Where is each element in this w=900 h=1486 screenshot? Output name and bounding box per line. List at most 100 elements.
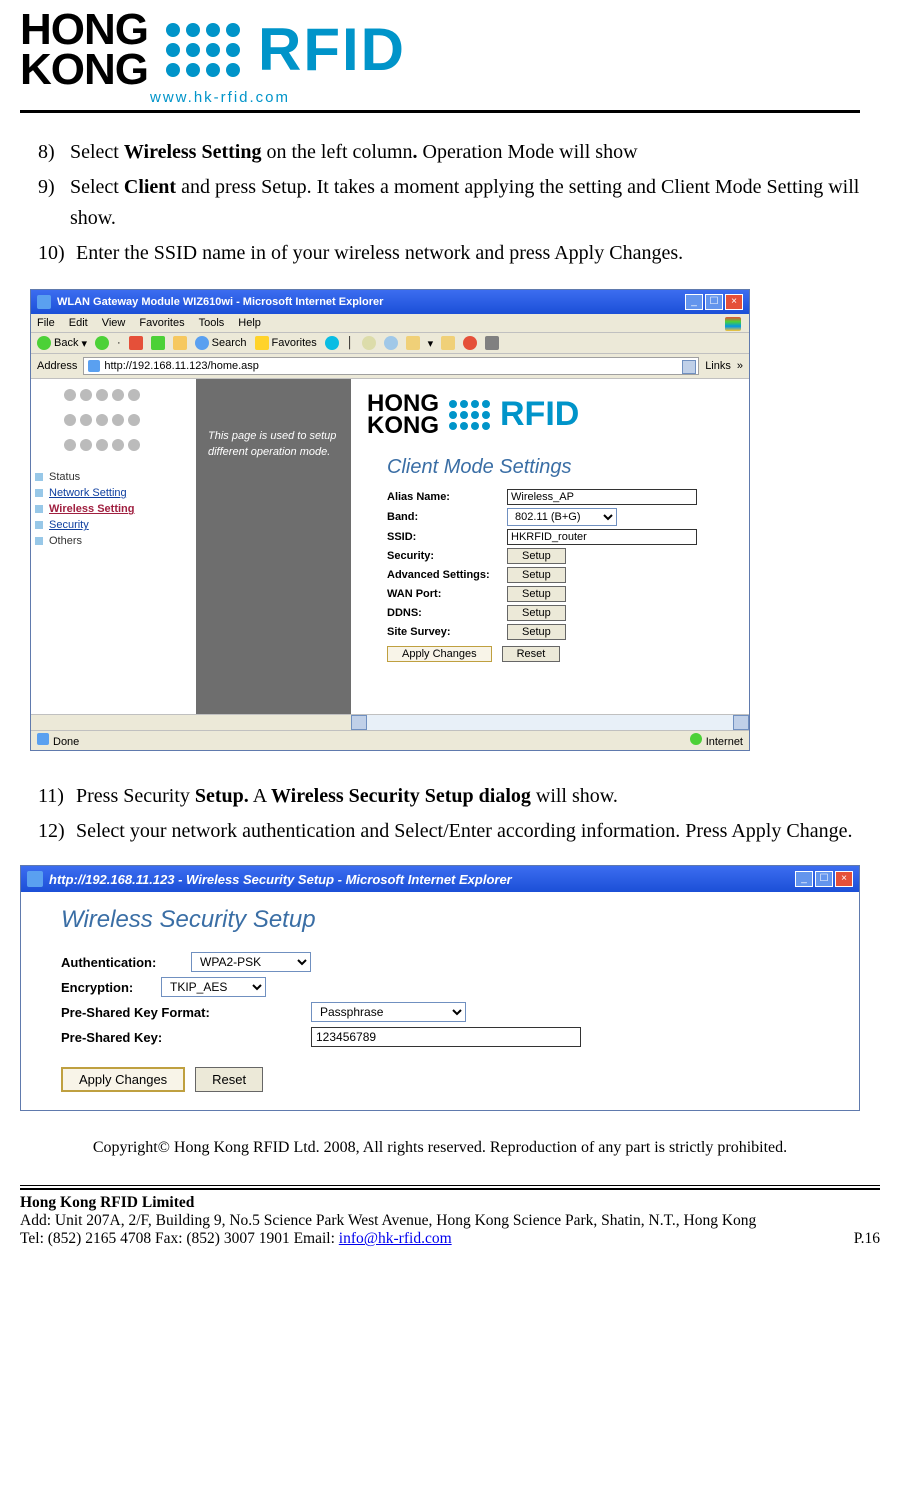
menu-view[interactable]: View — [102, 317, 126, 329]
panel-logo: HONG KONG RFID — [367, 393, 733, 436]
toolbar-icon[interactable] — [362, 336, 376, 350]
menu-help[interactable]: Help — [238, 317, 261, 329]
logo-url: www.hk-rfid.com — [150, 89, 860, 106]
psk-input[interactable] — [311, 1027, 581, 1047]
survey-setup-button[interactable]: Setup — [507, 624, 566, 640]
step-8: 8) Select Wireless Setting on the left c… — [38, 137, 860, 168]
maximize-button[interactable]: ☐ — [705, 294, 723, 310]
menu-file[interactable]: File — [37, 317, 55, 329]
footer-contact: Tel: (852) 2165 4708 Fax: (852) 3007 190… — [20, 1230, 339, 1247]
toolbar-icon[interactable] — [463, 336, 477, 350]
psk-label: Pre-Shared Key: — [61, 1030, 311, 1045]
step-12: 12) Select your network authentication a… — [38, 816, 860, 847]
globe-icon — [690, 733, 702, 745]
ddns-setup-button[interactable]: Setup — [507, 605, 566, 621]
band-label: Band: — [367, 511, 507, 523]
refresh-button[interactable] — [151, 336, 165, 350]
pskf-select[interactable]: Passphrase — [311, 1002, 466, 1022]
step-9: 9) Select Client and press Setup. It tak… — [38, 172, 860, 234]
header-rule — [20, 110, 860, 113]
toolbar-icon[interactable] — [485, 336, 499, 350]
band-select[interactable]: 802.11 (B+G) — [507, 508, 617, 526]
apply-changes-button[interactable]: Apply Changes — [61, 1067, 185, 1092]
reset-button[interactable]: Reset — [502, 646, 561, 662]
nav-others[interactable]: Others — [31, 533, 196, 549]
nav-security[interactable]: Security — [31, 517, 196, 533]
pattern-icon — [64, 389, 164, 459]
back-button[interactable]: Back ▾ — [37, 336, 87, 350]
ssid-input[interactable] — [507, 529, 697, 545]
minimize-button[interactable]: _ — [795, 871, 813, 887]
page-number: P.16 — [854, 1230, 880, 1248]
page-icon — [37, 733, 49, 745]
wan-setup-button[interactable]: Setup — [507, 586, 566, 602]
menu-favorites[interactable]: Favorites — [139, 317, 184, 329]
auth-select[interactable]: WPA2-PSK — [191, 952, 311, 972]
nav-sidebar: Status Network Setting Wireless Setting … — [31, 379, 196, 714]
scroll-right-icon[interactable] — [733, 715, 749, 730]
close-button[interactable]: × — [835, 871, 853, 887]
menu-tools[interactable]: Tools — [199, 317, 225, 329]
favorites-button[interactable]: Favorites — [255, 336, 317, 350]
links-button[interactable]: Links — [705, 360, 731, 372]
advanced-setup-button[interactable]: Setup — [507, 567, 566, 583]
logo-dots-icon — [166, 23, 240, 77]
side-description: This page is used to setup different ope… — [196, 379, 351, 714]
copyright: Copyright© Hong Kong RFID Ltd. 2008, All… — [20, 1139, 860, 1157]
maximize-button[interactable]: ☐ — [815, 871, 833, 887]
footer-email-link[interactable]: info@hk-rfid.com — [339, 1230, 452, 1247]
minimize-button[interactable]: _ — [685, 294, 703, 310]
pskf-label: Pre-Shared Key Format: — [61, 1005, 311, 1020]
security-setup-button[interactable]: Setup — [507, 548, 566, 564]
footer-address: Add: Unit 207A, 2/F, Building 9, No.5 Sc… — [20, 1212, 880, 1230]
close-button[interactable]: × — [725, 294, 743, 310]
menu-edit[interactable]: Edit — [69, 317, 88, 329]
window-title: WLAN Gateway Module WIZ610wi - Microsoft… — [57, 296, 679, 308]
scroll-left-icon[interactable] — [351, 715, 367, 730]
nav-wireless-setting[interactable]: Wireless Setting — [31, 501, 196, 517]
screenshot-client-mode: WLAN Gateway Module WIZ610wi - Microsoft… — [30, 289, 750, 751]
logo-hk-line1: HONG — [20, 10, 148, 50]
advanced-label: Advanced Settings: — [367, 569, 507, 581]
wan-label: WAN Port: — [367, 588, 507, 600]
brand-header: HONG KONG RFID — [20, 10, 860, 95]
history-button[interactable] — [325, 336, 339, 350]
menu-bar: File Edit View Favorites Tools Help — [31, 314, 749, 333]
nav-network-setting[interactable]: Network Setting — [31, 485, 196, 501]
window-titlebar: http://192.168.11.123 - Wireless Securit… — [21, 866, 859, 892]
mail-icon[interactable] — [406, 336, 420, 350]
horizontal-scrollbar[interactable] — [31, 714, 749, 730]
search-button[interactable]: Search — [195, 336, 247, 350]
toolbar: Back ▾ · Search Favorites │ ▾ — [31, 333, 749, 354]
screenshot-security-setup: http://192.168.11.123 - Wireless Securit… — [20, 865, 860, 1111]
apply-changes-button[interactable]: Apply Changes — [387, 646, 492, 662]
address-input[interactable]: http://192.168.11.123/home.asp — [83, 357, 699, 375]
auth-label: Authentication: — [61, 955, 191, 970]
stop-button[interactable] — [129, 336, 143, 350]
enc-label: Encryption: — [61, 980, 161, 995]
home-button[interactable] — [173, 336, 187, 350]
survey-label: Site Survey: — [367, 626, 507, 638]
forward-button[interactable] — [95, 336, 109, 350]
logo-rfid: RFID — [258, 15, 406, 84]
toolbar-icon[interactable] — [384, 336, 398, 350]
ie-icon — [37, 295, 51, 309]
address-dropdown-icon[interactable] — [682, 360, 696, 374]
toolbar-icon[interactable] — [441, 336, 455, 350]
footer-company: Hong Kong RFID Limited — [20, 1194, 194, 1211]
reset-button[interactable]: Reset — [195, 1067, 263, 1092]
dialog-heading: Wireless Security Setup — [61, 906, 839, 934]
main-panel: HONG KONG RFID Client Mode Settings Alia… — [351, 379, 749, 714]
enc-select[interactable]: TKIP_AES — [161, 977, 266, 997]
page-icon — [88, 360, 100, 372]
address-bar: Address http://192.168.11.123/home.asp L… — [31, 354, 749, 379]
chevron-right-icon[interactable]: » — [737, 360, 743, 372]
nav-status[interactable]: Status — [31, 469, 196, 485]
status-bar: Done Internet — [31, 730, 749, 750]
alias-input[interactable] — [507, 489, 697, 505]
step-10: 10) Enter the SSID name in of your wirel… — [38, 238, 860, 269]
windows-flag-icon — [725, 317, 741, 331]
step-11: 11) Press Security Setup. A Wireless Sec… — [38, 781, 860, 812]
window-title: http://192.168.11.123 - Wireless Securit… — [49, 872, 789, 887]
security-label: Security: — [367, 550, 507, 562]
